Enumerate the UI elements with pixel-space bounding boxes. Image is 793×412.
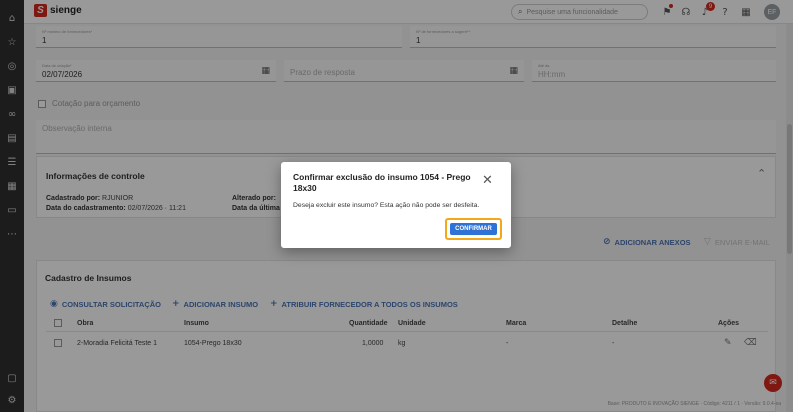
close-icon[interactable]: ✕ <box>482 174 493 187</box>
confirm-button[interactable]: CONFIRMAR <box>450 223 497 235</box>
dialog-message: Deseja excluir este insumo? Esta ação nã… <box>293 202 480 209</box>
confirm-delete-dialog: Confirmar exclusão do insumo 1054 - Preg… <box>281 162 511 248</box>
dialog-title: Confirmar exclusão do insumo 1054 - Preg… <box>293 172 471 193</box>
confirm-button-highlight: CONFIRMAR <box>445 218 502 240</box>
